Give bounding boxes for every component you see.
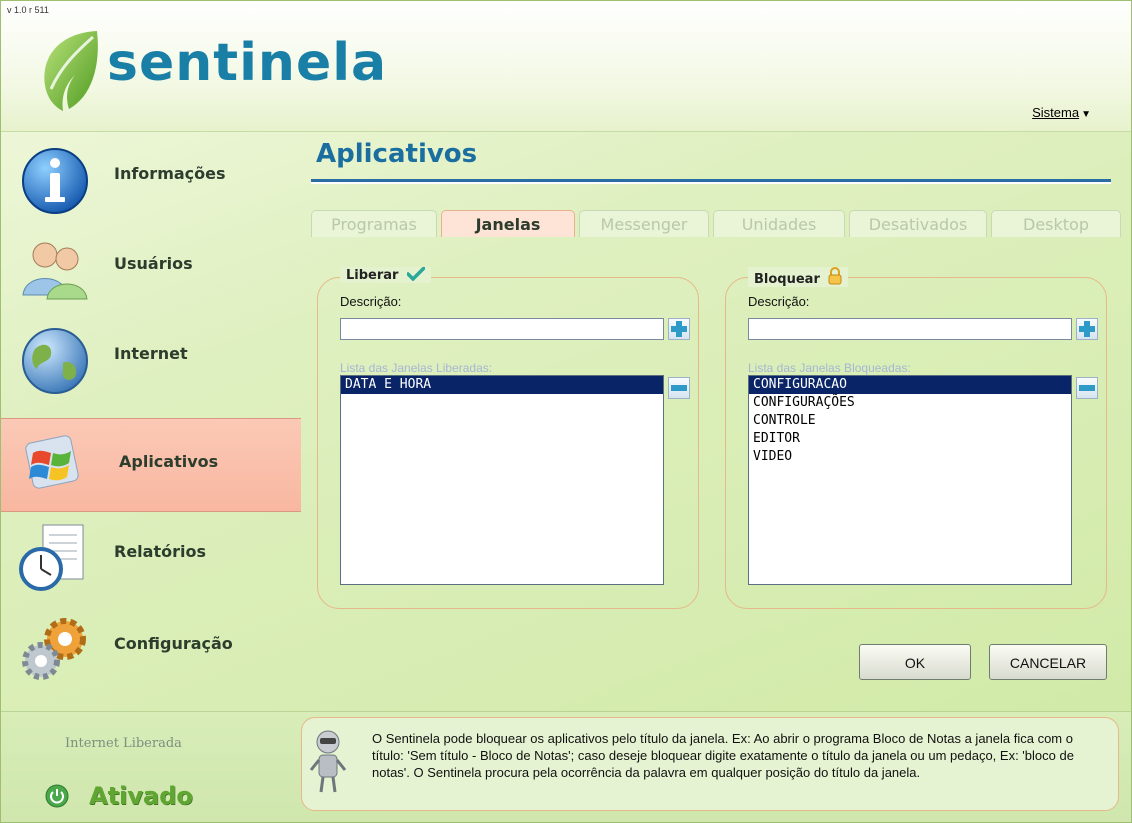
bloquear-remove-button[interactable] (1076, 377, 1098, 399)
sidebar-item-relatorios[interactable]: Relatórios (1, 509, 301, 599)
bloquear-list-caption: Lista das Janelas Bloqueadas: (748, 361, 911, 375)
activation-status: Ativado (89, 782, 193, 810)
ok-button[interactable]: OK (859, 644, 971, 680)
version-label: v 1.0 r 511 (7, 5, 49, 15)
liberar-title: Liberar (346, 268, 399, 283)
list-item[interactable]: VIDEO (749, 448, 1071, 466)
tab-desativados[interactable]: Desativados (849, 210, 987, 237)
globe-icon (22, 328, 88, 394)
tab-janelas[interactable]: Janelas (441, 210, 575, 237)
sentinela-window: v 1.0 r 511 sentinela Sistema ▼ Informaç… (0, 0, 1132, 823)
caret-down-icon: ▼ (1081, 109, 1091, 120)
sistema-menu-label: Sistema (1032, 105, 1080, 120)
tab-messenger[interactable]: Messenger (579, 210, 709, 237)
liberar-list[interactable]: DATA E HORA (340, 375, 664, 585)
list-item[interactable]: DATA E HORA (341, 376, 663, 394)
liberar-add-button[interactable] (668, 318, 690, 340)
sidebar-item-configuracao[interactable]: Configuração (1, 601, 301, 691)
bloquear-add-button[interactable] (1076, 318, 1098, 340)
bloquear-desc-label: Descrição: (748, 294, 810, 309)
sidebar-item-informacoes[interactable]: Informações (1, 131, 301, 221)
sidebar-item-internet[interactable]: Internet (1, 311, 301, 401)
tab-programas[interactable]: Programas (311, 210, 437, 237)
liberar-desc-label: Descrição: (340, 294, 402, 309)
liberar-remove-button[interactable] (668, 377, 690, 399)
sidebar-item-label: Usuários (114, 254, 193, 273)
sidebar-item-usuarios[interactable]: Usuários (1, 221, 301, 311)
sidebar-item-label: Internet (114, 344, 188, 363)
sistema-menu[interactable]: Sistema ▼ (1032, 105, 1091, 120)
sidebar-item-label: Relatórios (114, 542, 206, 561)
liberar-list-caption: Lista das Janelas Liberadas: (340, 361, 493, 375)
checkmark-icon (407, 267, 425, 281)
power-icon (45, 784, 69, 808)
padlock-icon (828, 267, 842, 285)
plus-icon (1079, 321, 1095, 337)
sidebar-item-label: Configuração (114, 634, 233, 653)
bloquear-group-title: Bloquear (748, 267, 849, 287)
cancel-button[interactable]: CANCELAR (989, 644, 1107, 680)
internet-status: Internet Liberada (65, 736, 182, 751)
bloquear-group: Bloquear Descrição: Lista das Janelas Bl… (725, 267, 1107, 609)
plus-icon (671, 321, 687, 337)
minus-icon (1079, 385, 1095, 391)
liberar-desc-input[interactable] (340, 318, 664, 340)
cancel-button-label: CANCELAR (1009, 655, 1087, 671)
robot-icon (309, 730, 347, 793)
sidebar-item-label: Aplicativos (119, 452, 219, 471)
bloquear-list[interactable]: CONFIGURACAO CONFIGURAÇÕES CONTROLE EDIT… (748, 375, 1072, 585)
list-item[interactable]: CONFIGURAÇÕES (749, 394, 1071, 412)
page-title: Aplicativos (316, 139, 478, 169)
list-item[interactable]: CONFIGURACAO (749, 376, 1071, 394)
title-divider (311, 179, 1111, 184)
tab-unidades[interactable]: Unidades (713, 210, 845, 237)
sidebar-item-aplicativos[interactable]: Aplicativos (1, 418, 301, 512)
list-item[interactable]: CONTROLE (749, 412, 1071, 430)
minus-icon (671, 385, 687, 391)
liberar-group-title: Liberar (340, 267, 431, 283)
ok-button-label: OK (904, 655, 926, 671)
sidebar-item-label: Informações (114, 164, 226, 183)
leaf-logo-icon (44, 31, 98, 111)
bloquear-title: Bloquear (754, 272, 820, 287)
info-icon (22, 148, 88, 214)
header: v 1.0 r 511 sentinela Sistema ▼ (1, 1, 1131, 132)
gears-icon (22, 618, 86, 680)
app-logo-text: sentinela (107, 33, 388, 93)
report-clock-icon (19, 524, 84, 591)
liberar-group: Liberar Descrição: Lista das Janelas Lib… (317, 267, 699, 609)
users-icon (22, 242, 88, 300)
tab-desktop[interactable]: Desktop (991, 210, 1121, 237)
tip-box: O Sentinela pode bloquear os aplicativos… (301, 717, 1119, 811)
sidebar: Informações Usuários Internet Aplicativo… (1, 131, 301, 711)
tip-text: O Sentinela pode bloquear os aplicativos… (372, 731, 1074, 780)
windows-logo-icon (25, 435, 79, 489)
list-item[interactable]: EDITOR (749, 430, 1071, 448)
bloquear-desc-input[interactable] (748, 318, 1072, 340)
